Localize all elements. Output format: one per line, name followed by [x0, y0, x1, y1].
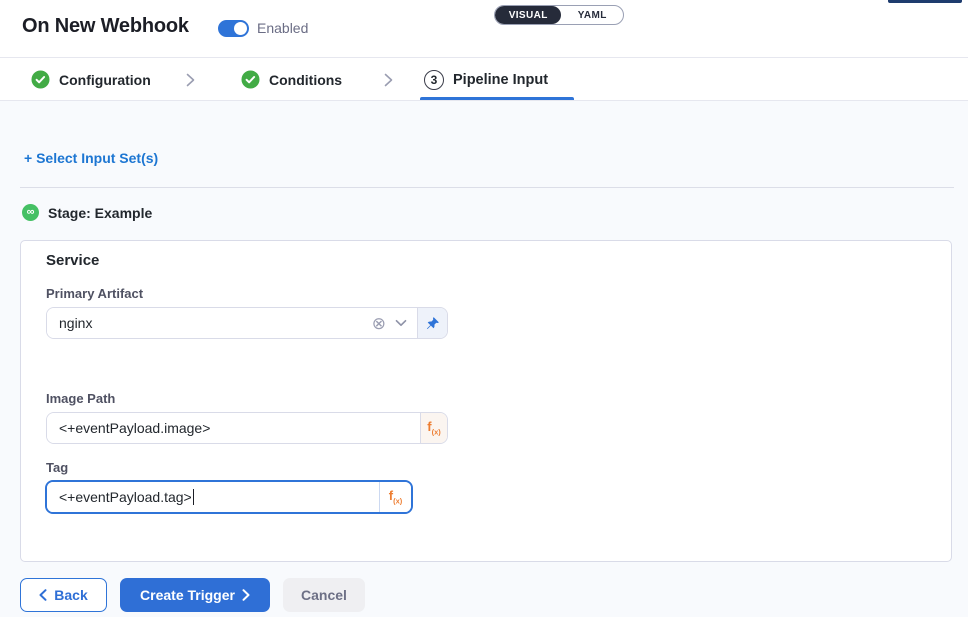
- select-input-sets-link[interactable]: + Select Input Set(s): [24, 150, 158, 166]
- enabled-label: Enabled: [257, 20, 308, 36]
- text-cursor: [193, 489, 195, 505]
- chevron-right-icon: [242, 589, 250, 601]
- image-path-input[interactable]: [59, 420, 412, 436]
- step-configuration-label: Configuration: [59, 72, 151, 88]
- expression-button[interactable]: f(x): [420, 413, 447, 443]
- back-button-label: Back: [54, 587, 87, 603]
- step-pipeline-input[interactable]: 3 Pipeline Input: [424, 59, 548, 100]
- primary-artifact-input-area: ⊗: [47, 308, 417, 338]
- tag-input[interactable]: <+eventPayload.tag>: [47, 482, 379, 512]
- step-number-badge: 3: [424, 70, 444, 90]
- service-heading: Service: [46, 252, 99, 269]
- trigger-wizard-page: On New Webhook Enabled VISUAL YAML Confi…: [0, 0, 968, 617]
- partial-button-top-right[interactable]: [888, 0, 962, 3]
- create-trigger-label: Create Trigger: [140, 587, 235, 603]
- chevron-down-icon[interactable]: [395, 319, 407, 327]
- image-path-field: f(x): [46, 412, 448, 444]
- fx-icon: f(x): [389, 489, 403, 505]
- stage-title: Stage: Example: [48, 205, 152, 221]
- stage-header: ∞ Stage: Example: [22, 204, 152, 221]
- page-title: On New Webhook: [22, 15, 189, 38]
- pin-icon: [425, 316, 440, 331]
- tab-yaml[interactable]: YAML: [561, 6, 623, 24]
- tag-field: <+eventPayload.tag> f(x): [45, 480, 413, 514]
- page-header: On New Webhook Enabled VISUAL YAML: [0, 0, 968, 58]
- visual-yaml-toggle: VISUAL YAML: [494, 5, 624, 25]
- create-trigger-button[interactable]: Create Trigger: [120, 578, 270, 612]
- clear-icon[interactable]: ⊗: [372, 315, 386, 332]
- image-path-input-area: [47, 413, 420, 443]
- enabled-toggle[interactable]: [218, 20, 249, 37]
- tab-visual[interactable]: VISUAL: [495, 6, 561, 24]
- pin-button[interactable]: [417, 308, 447, 338]
- check-circle-icon: [241, 70, 260, 89]
- primary-artifact-select[interactable]: ⊗: [46, 307, 448, 339]
- stage-deploy-icon: ∞: [22, 204, 39, 221]
- chevron-right-icon: [384, 59, 393, 100]
- chevron-right-icon: [186, 59, 195, 100]
- step-conditions-label: Conditions: [269, 72, 342, 88]
- image-path-label: Image Path: [46, 391, 115, 406]
- step-configuration[interactable]: Configuration: [31, 59, 151, 100]
- expression-button[interactable]: f(x): [379, 482, 411, 512]
- chevron-left-icon: [39, 589, 47, 601]
- check-circle-icon: [31, 70, 50, 89]
- active-tab-underline: [420, 97, 574, 100]
- tag-label: Tag: [46, 460, 68, 475]
- step-conditions[interactable]: Conditions: [241, 59, 342, 100]
- fx-icon: f(x): [427, 420, 441, 436]
- step-pipeline-input-label: Pipeline Input: [453, 72, 548, 88]
- cancel-button[interactable]: Cancel: [283, 578, 365, 612]
- back-button[interactable]: Back: [20, 578, 107, 612]
- toggle-knob: [234, 22, 247, 35]
- primary-artifact-input[interactable]: [59, 315, 372, 331]
- divider: [20, 187, 954, 188]
- primary-artifact-label: Primary Artifact: [46, 286, 143, 301]
- wizard-step-bar: Configuration Conditions 3 Pipeline Inpu…: [0, 59, 968, 101]
- cancel-button-label: Cancel: [301, 587, 347, 603]
- tag-input-value: <+eventPayload.tag>: [59, 489, 192, 505]
